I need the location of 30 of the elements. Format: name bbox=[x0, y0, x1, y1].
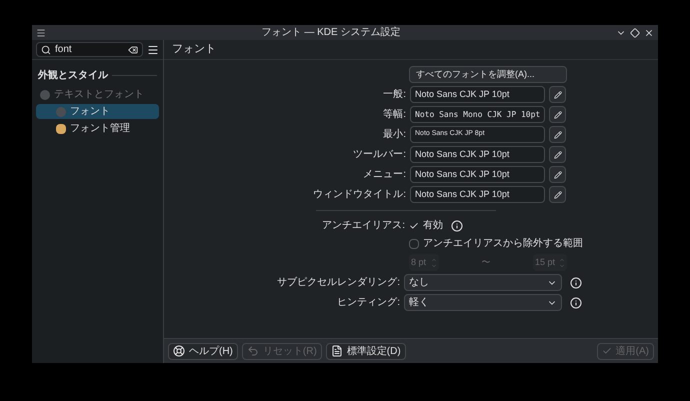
dropdown[interactable]: なし bbox=[404, 274, 562, 291]
dropdown[interactable]: 軽く bbox=[404, 294, 562, 311]
sidebar-item[interactable]: フォント管理 bbox=[36, 121, 159, 136]
page-title: フォント bbox=[172, 42, 216, 58]
sidebar-item[interactable]: フォント bbox=[36, 104, 159, 119]
font-label: 等幅: bbox=[382, 108, 406, 122]
font-label: ツールバー: bbox=[352, 148, 406, 162]
search-value: font bbox=[55, 44, 73, 54]
checkbox-label: 有効 bbox=[423, 218, 443, 233]
checkbox-label: アンチエイリアスから除外する範囲 bbox=[423, 237, 583, 251]
font-field: Noto Sans CJK JP 10pt bbox=[410, 146, 545, 163]
range-separator: 〜 bbox=[482, 256, 490, 269]
font-label: 一般: bbox=[382, 88, 406, 102]
adjust-all-fonts-button[interactable]: すべてのフォントを調整(A)... bbox=[409, 66, 567, 83]
font-field: Noto Sans Mono CJK JP 10pt bbox=[410, 106, 545, 123]
antialiasing-label: アンチエイリアス: bbox=[321, 219, 405, 233]
font-label: ウィンドウタイトル: bbox=[312, 188, 406, 202]
font-label: 最小: bbox=[382, 128, 406, 142]
window-title: フォント — KDE システム設定 bbox=[260, 28, 402, 38]
select-label: ヒンティング: bbox=[336, 296, 400, 310]
category-heading: 外観とスタイル bbox=[38, 68, 108, 83]
font-field: Noto Sans CJK JP 10pt bbox=[410, 86, 545, 103]
sidebar-item[interactable]: テキストとフォント bbox=[36, 87, 159, 102]
search-field[interactable]: font bbox=[36, 42, 143, 57]
font-field: Noto Sans CJK JP 10pt bbox=[410, 186, 545, 203]
select-label: サブピクセルレンダリング: bbox=[276, 276, 400, 290]
font-label: メニュー: bbox=[362, 168, 406, 182]
font-field: Noto Sans CJK JP 10pt bbox=[410, 166, 545, 183]
footer-button[interactable]: ヘルプ(H) bbox=[168, 342, 238, 360]
footer-button[interactable]: 標準設定(D) bbox=[326, 342, 406, 360]
